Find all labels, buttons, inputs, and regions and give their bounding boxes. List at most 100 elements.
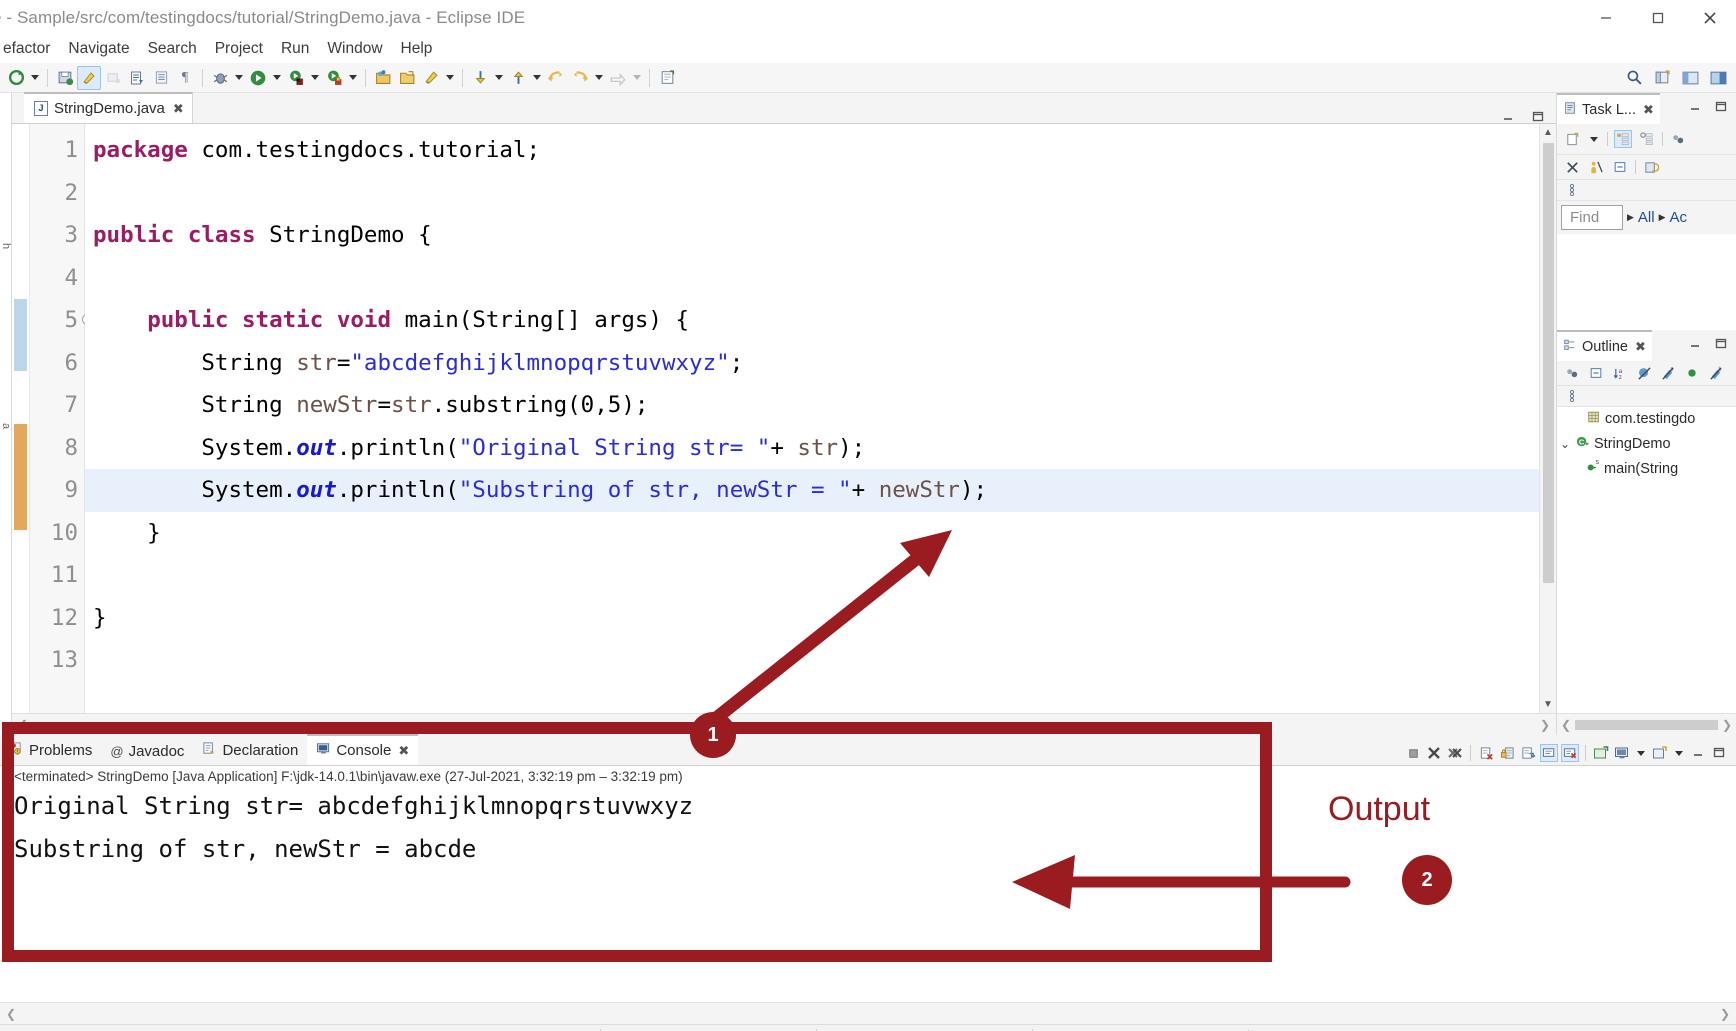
coverage-dropdown-icon[interactable]: [308, 66, 322, 90]
java-perspective-icon[interactable]: [1678, 66, 1702, 90]
maximize-console-icon[interactable]: [1710, 744, 1728, 762]
public-member-icon[interactable]: [1683, 364, 1701, 382]
minimize-editor-icon[interactable]: [1500, 109, 1516, 123]
new-wizard-dropdown-icon[interactable]: [28, 66, 42, 90]
remove-launch-icon[interactable]: [1425, 744, 1443, 762]
paragraph-mark-icon[interactable]: ¶: [173, 66, 197, 90]
view-menu-icon[interactable]: [1563, 181, 1581, 199]
close-icon[interactable]: ✖: [173, 101, 184, 117]
tab-problems[interactable]: ! Problems: [0, 736, 101, 765]
maximize-task-list-icon[interactable]: [1714, 100, 1728, 118]
external-dropdown-icon[interactable]: [346, 66, 360, 90]
run-external-icon[interactable]: [322, 66, 346, 90]
collapse-all-icon[interactable]: [1611, 158, 1629, 176]
code-line[interactable]: public class StringDemo {: [85, 214, 1539, 257]
hide-static-icon[interactable]: s: [1659, 364, 1677, 382]
menu-item-refactor[interactable]: efactor: [0, 38, 59, 60]
new-console-view-icon[interactable]: [1651, 744, 1669, 762]
outline-item-class[interactable]: ⌄ C StringDemo: [1557, 431, 1736, 456]
menu-item-window[interactable]: Window: [318, 38, 391, 60]
back-history-icon[interactable]: [544, 66, 568, 90]
history-dropdown-icon[interactable]: [592, 66, 606, 90]
new-wizard-icon[interactable]: [4, 66, 28, 90]
perspective-extra-icon[interactable]: [1706, 66, 1730, 90]
tab-outline[interactable]: Outline ✖: [1557, 330, 1652, 361]
code-line[interactable]: String str="abcdefghijklmnopqrstuvwxyz";: [85, 342, 1539, 385]
outline-item-method[interactable]: S main(String: [1557, 456, 1736, 481]
close-button[interactable]: [1684, 0, 1736, 35]
outline-tree[interactable]: com.testingdo ⌄ C StringDemo S main(Stri…: [1557, 407, 1736, 713]
code-line[interactable]: String newStr=str.substring(0,5);: [85, 384, 1539, 427]
hscroll-right-icon[interactable]: ❯: [1540, 718, 1550, 732]
maximize-editor-icon[interactable]: [1530, 109, 1546, 123]
focus-mode-icon[interactable]: [1563, 364, 1581, 382]
next-annotation-icon[interactable]: [468, 66, 492, 90]
run-dropdown-icon[interactable]: [270, 66, 284, 90]
list-view-icon[interactable]: [149, 66, 173, 90]
open-type-icon[interactable]: [125, 66, 149, 90]
display-selected-console-icon[interactable]: [1613, 744, 1631, 762]
remove-all-launches-icon[interactable]: [1446, 744, 1464, 762]
new-class-dropdown-icon[interactable]: [443, 66, 457, 90]
menu-item-help[interactable]: Help: [392, 38, 442, 60]
debug-dropdown-icon[interactable]: [232, 66, 246, 90]
code-line[interactable]: [85, 257, 1539, 300]
code-line[interactable]: }: [85, 512, 1539, 555]
console-horizontal-scrollbar[interactable]: ❮ ❯: [0, 1002, 1736, 1024]
collapse-all-outline-icon[interactable]: [1587, 364, 1605, 382]
menu-item-run[interactable]: Run: [272, 38, 318, 60]
scheduled-view-icon[interactable]: [1638, 130, 1656, 148]
console-select-dropdown-icon[interactable]: [1634, 741, 1648, 765]
minimize-outline-icon[interactable]: [1688, 337, 1702, 355]
disconnect-icon[interactable]: [1563, 158, 1581, 176]
save-all-icon[interactable]: [53, 66, 77, 90]
outline-item-package[interactable]: com.testingdo: [1557, 407, 1736, 431]
previous-annotation-dropdown-icon[interactable]: [530, 66, 544, 90]
menu-item-navigate[interactable]: Navigate: [59, 38, 138, 60]
scroll-up-icon[interactable]: ▲: [1540, 124, 1557, 141]
chevron-down-icon[interactable]: ⌄: [1559, 437, 1571, 451]
next-annotation-dropdown-icon[interactable]: [492, 66, 506, 90]
scroll-lock-icon[interactable]: [1498, 744, 1516, 762]
code-line[interactable]: System.out.println("Substring of str, ne…: [85, 469, 1539, 512]
maximize-button[interactable]: [1632, 0, 1684, 35]
close-icon[interactable]: ✖: [398, 743, 409, 759]
find-scope-activate[interactable]: Ac: [1670, 209, 1688, 226]
console-hscroll-right-icon[interactable]: ❯: [1720, 1007, 1730, 1021]
sort-icon[interactable]: az: [1611, 364, 1629, 382]
forward-history-icon[interactable]: [568, 66, 592, 90]
new-package-icon[interactable]: [395, 66, 419, 90]
tab-console[interactable]: Console ✖: [307, 734, 418, 765]
tab-stringdemo-java[interactable]: J StringDemo.java ✖: [24, 92, 193, 123]
new-class-icon[interactable]: [419, 66, 443, 90]
code-line[interactable]: }: [85, 597, 1539, 640]
open-console-icon[interactable]: [1592, 744, 1610, 762]
debug-icon[interactable]: [208, 66, 232, 90]
outline-hscroll-left-icon[interactable]: ❮: [1561, 718, 1571, 732]
categorized-view-icon[interactable]: [1614, 130, 1632, 148]
code-line[interactable]: System.out.println("Original String str=…: [85, 427, 1539, 470]
outline-view-menu-icon[interactable]: [1563, 387, 1581, 405]
new-java-project-icon[interactable]: [371, 66, 395, 90]
minimize-task-list-icon[interactable]: [1688, 100, 1702, 118]
code-line[interactable]: package com.testingdocs.tutorial;: [85, 129, 1539, 172]
forward-dropdown-icon[interactable]: [630, 66, 644, 90]
scroll-down-icon[interactable]: ▼: [1540, 696, 1557, 713]
tab-task-list[interactable]: Task L... ✖: [1557, 93, 1660, 124]
minimize-console-icon[interactable]: [1689, 744, 1707, 762]
close-icon[interactable]: ✖: [1643, 102, 1654, 118]
task-list-body[interactable]: [1557, 234, 1736, 330]
code-line[interactable]: [85, 639, 1539, 682]
outline-horizontal-scrollbar[interactable]: ❮ ❯: [1557, 713, 1736, 735]
editor-vertical-scrollbar[interactable]: ▲ ▼: [1539, 124, 1556, 713]
open-perspective-icon[interactable]: [1650, 66, 1674, 90]
pin-console-icon[interactable]: [1519, 744, 1537, 762]
person-filter-icon[interactable]: [1587, 158, 1605, 176]
code-text-area[interactable]: package com.testingdocs.tutorial; public …: [85, 124, 1539, 713]
editor-horizontal-scrollbar[interactable]: ❮ ❯: [12, 713, 1556, 735]
code-line[interactable]: public static void main(String[] args) {: [85, 299, 1539, 342]
hide-local-icon[interactable]: L: [1707, 364, 1725, 382]
maximize-outline-icon[interactable]: [1714, 337, 1728, 355]
highlight-icon[interactable]: [77, 66, 101, 90]
console-hscroll-left-icon[interactable]: ❮: [6, 1007, 16, 1021]
